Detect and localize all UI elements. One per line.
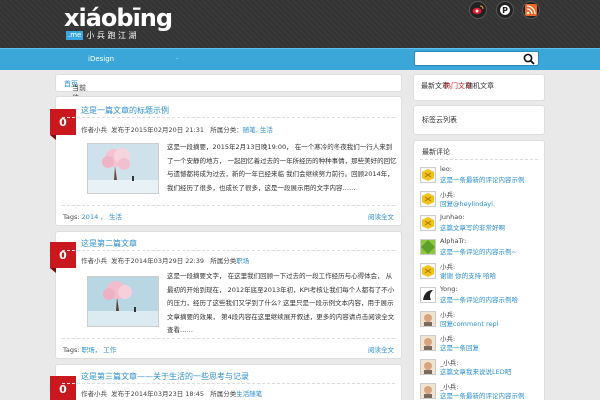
comment-link[interactable]: 这是一条评论的内容示例~ <box>440 246 517 256</box>
comment-item[interactable]: _小兵: 这篇文章我来说说LED吧 <box>420 357 544 377</box>
tags-label: Tags: <box>63 346 80 354</box>
avatar[interactable] <box>420 335 436 351</box>
post-author: 作者小兵 <box>81 126 107 134</box>
post-excerpt: 这是一段摘要，2015年2月13日晚19:00， 在一个寒冷的冬夜我们一行人来到… <box>167 143 397 192</box>
comment-link[interactable]: 这篇文章我来说说LED吧 <box>440 366 511 376</box>
site-logo[interactable]: xiáobīng <box>64 6 173 30</box>
comment-item[interactable]: 小兵: 回复@heylindayi. <box>420 189 544 209</box>
tab-random[interactable]: 随机文章 <box>466 81 494 91</box>
breadcrumb: 当前位置：首页 <box>55 74 402 112</box>
avatar[interactable] <box>420 287 436 303</box>
logo-me-badge: .me <box>66 31 84 40</box>
divider <box>62 338 395 339</box>
sidebar-tabs-box: 最新文章 热门文章 随机文章 <box>413 74 545 101</box>
comment-author: leo: <box>440 165 452 173</box>
comment-link[interactable]: 回复@heylindayi. <box>440 198 495 208</box>
avatar[interactable] <box>420 167 436 183</box>
weibo-icon[interactable] <box>469 1 487 19</box>
avatar[interactable] <box>420 191 436 207</box>
comment-link[interactable]: 回复comment repl <box>440 318 498 328</box>
comment-link[interactable]: 这是一条回复 <box>440 342 479 352</box>
read-more-link[interactable]: 阅读全文 <box>368 211 394 221</box>
post-author: 作者小兵 <box>81 390 107 398</box>
logo-subtitle: .me 小 兵 跑 江 湖 <box>66 30 137 41</box>
post-date: 发布于2015年02月20日 21:31 <box>111 126 205 134</box>
comment-author: Junhao: <box>440 213 465 221</box>
post-meta: 作者小兵 发布于2015年02月20日 21:31 所属分类：随笔, 生活 <box>81 124 273 134</box>
avatar[interactable] <box>420 359 436 375</box>
site-header: xiáobīng .me 小 兵 跑 江 湖 P <box>0 0 600 48</box>
nav-item-idesign[interactable]: iDesign <box>88 55 114 63</box>
comment-item[interactable]: Yong: 这是一条评论的内容示例哈 <box>420 285 544 305</box>
post-title[interactable]: 这是第三篇文章——关于生活的一些思考与记录 <box>81 371 249 382</box>
divider <box>62 205 395 206</box>
avatar[interactable] <box>420 215 436 231</box>
comment-author: Yong: <box>440 285 458 293</box>
tag-links[interactable]: 2014 ， 生活 <box>82 213 122 221</box>
post-tags: Tags: 职场， 工作 <box>63 344 116 354</box>
post-card: 0 这是第二篇文章 作者小兵 发布于2014年03月29日 22:39 所属分类… <box>50 231 402 359</box>
search-input[interactable] <box>418 53 518 64</box>
read-more-link[interactable]: 阅读全文 <box>368 344 394 354</box>
nav-item-dot[interactable]: · <box>176 55 178 63</box>
sidebar-box-title: 标签云列表 <box>422 116 457 124</box>
comment-count-badge[interactable]: 0 <box>50 109 76 140</box>
post-card: 0 这是第三篇文章——关于生活的一些思考与记录 作者小兵 发布于2014年03月… <box>50 364 402 400</box>
svg-text:P: P <box>502 6 508 15</box>
avatar[interactable] <box>420 239 436 255</box>
post-category-label: 所属分类 <box>210 257 237 265</box>
sidebar-comments-box: 最新评论 leo: 这是一条最新的评论内容示例 小兵: 回复@heylindayi. J… <box>413 140 545 400</box>
comment-item[interactable]: leo: 这是一条最新的评论内容示例 <box>420 165 544 185</box>
post-tags: Tags: 2014 ， 生活 <box>63 211 122 221</box>
divider <box>62 250 395 251</box>
avatar[interactable] <box>420 263 436 279</box>
main-nav: iDesign · <box>0 48 600 70</box>
comment-author: AlphaTr: <box>440 237 467 245</box>
post-meta: 作者小兵 发布于2014年03月23日 18:45 所属分类生活随笔 <box>81 388 262 398</box>
tags-label: Tags: <box>63 213 80 221</box>
comment-link[interactable]: 谢谢 你的支持 哈哈 <box>440 270 496 280</box>
post-category-link[interactable]: 随笔, 生活 <box>243 126 273 134</box>
post-title[interactable]: 这是第二篇文章 <box>81 238 137 249</box>
pinterest-icon[interactable]: P <box>496 1 514 19</box>
rss-icon[interactable] <box>522 1 540 19</box>
post-category-label: 所属分类： <box>210 126 243 134</box>
divider <box>62 383 395 384</box>
comment-count-badge[interactable]: 0 <box>50 242 76 273</box>
comment-item[interactable]: 小兵: 谢谢 你的支持 哈哈 <box>420 261 544 281</box>
post-date: 发布于2014年03月29日 22:39 <box>111 257 205 265</box>
comment-item[interactable]: Junhao: 这篇文章写的非常好啊 <box>420 213 544 233</box>
divider <box>62 117 395 118</box>
search-icon[interactable] <box>523 53 535 65</box>
search-box <box>414 51 539 66</box>
post-thumbnail[interactable] <box>87 143 159 194</box>
comment-count-badge[interactable]: 0 <box>50 376 76 400</box>
post-category-label: 所属分类 <box>210 390 237 398</box>
comment-item[interactable]: _小兵: 这是一条最新的评论内容示例 <box>420 381 544 400</box>
breadcrumb-text: 当前位置：首页 <box>64 79 86 112</box>
comment-link[interactable]: 这是一条最新的评论内容示例 <box>440 174 525 184</box>
post-excerpt: 这是一段摘要文字， 在这里我们回顾一下过去的一段工作经历与心得体会， 从最初的开… <box>167 272 395 334</box>
divider <box>420 159 538 160</box>
avatar[interactable] <box>420 311 436 327</box>
post-thumbnail[interactable] <box>87 276 159 327</box>
post-meta: 作者小兵 发布于2014年03月29日 22:39 所属分类职场 <box>81 255 249 265</box>
post-title[interactable]: 这是一篇文章的标题示例 <box>81 105 169 116</box>
post-date: 发布于2014年03月23日 18:45 <box>111 390 205 398</box>
comment-item[interactable]: 小兵: 这是一条回复 <box>420 333 544 353</box>
post-author: 作者小兵 <box>81 257 107 265</box>
avatar[interactable] <box>420 383 436 399</box>
post-card: 0 这是一篇文章的标题示例 作者小兵 发布于2015年02月20日 21:31 … <box>50 96 402 226</box>
post-category-link[interactable]: 职场 <box>236 257 249 265</box>
comment-item[interactable]: AlphaTr: 这是一条评论的内容示例~ <box>420 237 544 257</box>
logo-chinese-text: 小 兵 跑 江 湖 <box>86 31 137 40</box>
sidebar-tagcloud-box: 标签云列表 <box>413 105 545 135</box>
comment-link[interactable]: 这篇文章写的非常好啊 <box>440 222 505 232</box>
comment-item[interactable]: 小兵: 回复comment repl <box>420 309 544 329</box>
comment-link[interactable]: 这是一条评论的内容示例哈 <box>440 294 518 304</box>
tag-links[interactable]: 职场， 工作 <box>82 346 117 354</box>
post-category-link[interactable]: 生活随笔 <box>236 390 262 398</box>
sidebar-comments-title: 最新评论 <box>422 148 450 156</box>
comment-link[interactable]: 这是一条最新的评论内容示例 <box>440 390 525 400</box>
